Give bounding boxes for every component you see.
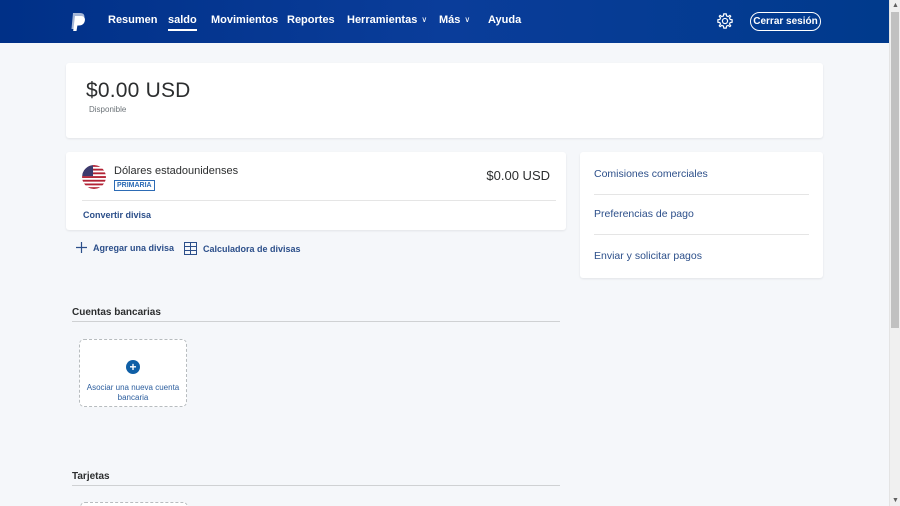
plus-circle-icon: + xyxy=(126,360,140,374)
nav-label: Más xyxy=(439,14,461,26)
side-links-card: Comisiones comerciales Preferencias de p… xyxy=(580,152,823,278)
paypal-logo-icon[interactable] xyxy=(70,12,86,32)
scrollbar-thumb[interactable] xyxy=(891,12,899,328)
nav-label: Reportes xyxy=(287,14,335,26)
nav-reportes[interactable]: Reportes xyxy=(287,14,335,26)
nav-label: Herramientas xyxy=(347,14,418,26)
nav-resumen[interactable]: Resumen xyxy=(108,14,158,26)
currency-name: Dólares estadounidenses xyxy=(114,165,239,177)
balance-card: $0.00 USD Disponible xyxy=(66,63,823,138)
link-enviar-y-solicitar-pagos[interactable]: Enviar y solicitar pagos xyxy=(594,250,702,262)
section-divider xyxy=(72,485,560,486)
convert-currency-link[interactable]: Convertir divisa xyxy=(83,210,151,220)
page-scrollbar[interactable]: ▲ ▼ xyxy=(889,0,900,506)
divider xyxy=(594,194,809,195)
calculator-label: Calculadora de divisas xyxy=(203,243,301,254)
calculator-icon xyxy=(184,242,197,255)
cards-heading: Tarjetas xyxy=(72,471,110,482)
scroll-down-arrow-icon[interactable]: ▼ xyxy=(892,497,899,504)
gear-icon[interactable] xyxy=(716,12,734,30)
logout-button[interactable]: Cerrar sesión xyxy=(750,12,821,31)
currency-calculator-button[interactable]: Calculadora de divisas xyxy=(184,242,301,255)
nav-mas[interactable]: Más ∨ xyxy=(439,14,470,26)
chevron-down-icon: ∨ xyxy=(464,15,471,24)
balance-amount: $0.00 USD xyxy=(86,79,191,102)
plus-icon xyxy=(76,242,87,253)
scroll-up-arrow-icon[interactable]: ▲ xyxy=(892,2,899,9)
nav-movimientos[interactable]: Movimientos xyxy=(211,14,278,26)
divider xyxy=(594,234,809,235)
top-nav-bar: Resumen saldo Movimientos Reportes Herra… xyxy=(0,0,889,43)
balance-label: Disponible xyxy=(89,105,127,114)
nav-label: saldo xyxy=(168,14,197,26)
us-flag-icon xyxy=(82,165,106,189)
link-comisiones-comerciales[interactable]: Comisiones comerciales xyxy=(594,168,708,180)
primary-badge: PRIMARIA xyxy=(114,180,155,191)
nav-ayuda[interactable]: Ayuda xyxy=(488,14,521,26)
nav-label: Ayuda xyxy=(488,14,522,26)
nav-herramientas[interactable]: Herramientas ∨ xyxy=(347,14,427,26)
link-preferencias-de-pago[interactable]: Preferencias de pago xyxy=(594,208,694,220)
add-currency-label: Agregar una divisa xyxy=(93,242,175,253)
add-card-button[interactable] xyxy=(80,502,188,506)
add-bank-account-button[interactable]: + Asociar una nueva cuenta bancaria xyxy=(79,339,187,407)
divider xyxy=(82,200,556,201)
section-divider xyxy=(72,321,560,322)
chevron-down-icon: ∨ xyxy=(421,15,428,24)
add-bank-account-label: Asociar una nueva cuenta bancaria xyxy=(86,383,180,402)
nav-label: Resumen xyxy=(108,14,158,26)
nav-saldo[interactable]: saldo xyxy=(168,14,197,31)
currency-amount: $0.00 USD xyxy=(486,168,550,183)
add-currency-button[interactable]: Agregar una divisa xyxy=(76,242,174,253)
currency-card: Dólares estadounidenses PRIMARIA $0.00 U… xyxy=(66,152,566,230)
bank-accounts-heading: Cuentas bancarias xyxy=(72,307,161,318)
nav-label: Movimientos xyxy=(211,14,279,26)
